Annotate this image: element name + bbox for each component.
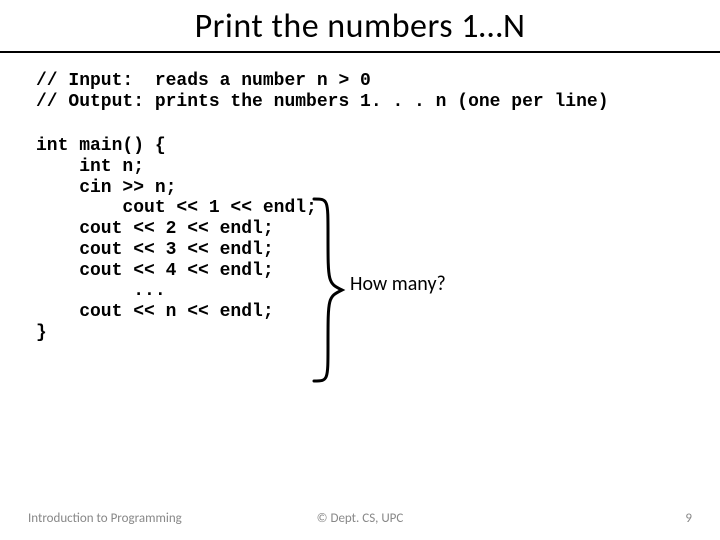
code-body: int main() { int n; cin >> n; cout << 1 … — [36, 136, 684, 343]
code-comments: // Input: reads a number n > 0 // Output… — [36, 71, 684, 112]
footer-center: © Dept. CS, UPC — [317, 511, 404, 526]
footer-left: Introduction to Programming — [28, 511, 182, 526]
slide-content: // Input: reads a number n > 0 // Output… — [0, 53, 720, 343]
slide: Print the numbers 1…N // Input: reads a … — [0, 0, 720, 540]
curly-brace-icon — [310, 195, 346, 385]
footer: Introduction to Programming © Dept. CS, … — [0, 511, 720, 526]
page-number: 9 — [685, 511, 692, 526]
annotation-text: How many? — [350, 272, 500, 296]
slide-title: Print the numbers 1…N — [0, 0, 720, 53]
